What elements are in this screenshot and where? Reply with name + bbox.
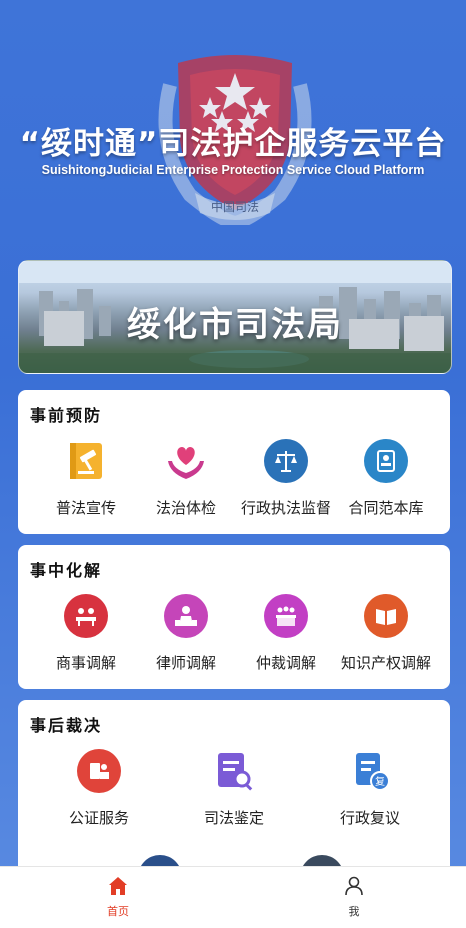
section-title: 事中化解: [30, 561, 103, 580]
bottom-nav: 首页 我: [0, 866, 466, 928]
item-hetong[interactable]: 合同范本库: [334, 439, 438, 518]
item-label: 司法鉴定: [203, 809, 264, 827]
home-icon: [109, 877, 127, 895]
user-icon: [345, 876, 363, 896]
item-zhongcai[interactable]: 仲裁调解: [234, 594, 338, 673]
section-prevention: 事前预防 普法宣传 法治体检 行政执法监督 合同范本库: [18, 390, 450, 534]
arbitration-icon: [264, 594, 308, 638]
app-title: “绥时通”司法护企服务云平台: [19, 126, 447, 162]
item-sifa-jianding[interactable]: 司法鉴定: [179, 749, 289, 828]
item-label: 律师调解: [155, 654, 216, 672]
item-label: 法治体检: [155, 499, 216, 517]
nav-home-label: 首页: [107, 905, 129, 918]
item-label: 合同范本库: [348, 499, 424, 517]
city-banner[interactable]: 绥化市司法局: [18, 260, 452, 374]
item-lvshi[interactable]: 律师调解: [134, 594, 238, 673]
item-xingzheng-fuyi[interactable]: 复 行政复议: [315, 749, 425, 828]
section-title: 事后裁决: [30, 716, 103, 735]
nav-home[interactable]: 首页: [78, 875, 158, 919]
svg-text:中国司法: 中国司法: [211, 199, 259, 214]
item-label: 商事调解: [55, 654, 116, 672]
item-pufa[interactable]: 普法宣传: [34, 439, 138, 518]
item-shangshi[interactable]: 商事调解: [34, 594, 138, 673]
review-icon: 复: [348, 749, 392, 793]
section-adjudication: 事后裁决 公证服务 司法鉴定 复 行政复议: [18, 700, 450, 899]
meeting-icon: [64, 594, 108, 638]
item-gongzheng[interactable]: 公证服务: [44, 749, 154, 828]
section-title: 事前预防: [30, 406, 103, 425]
item-label: 仲裁调解: [255, 654, 316, 672]
nav-me-label: 我: [348, 905, 360, 918]
notary-icon: [77, 749, 121, 793]
item-fazhi[interactable]: 法治体检: [134, 439, 238, 518]
heart-hands-icon: [164, 439, 208, 483]
contract-icon: [364, 439, 408, 483]
book-icon: [364, 594, 408, 638]
lawyer-icon: [164, 594, 208, 638]
gavel-book-icon: [64, 439, 108, 483]
svg-text:复: 复: [375, 775, 385, 788]
item-zhishichanquan[interactable]: 知识产权调解: [334, 594, 438, 673]
app-subtitle: SuishitongJudicial Enterprise Protection…: [41, 163, 425, 177]
item-label: 普法宣传: [55, 499, 116, 517]
item-label: 知识产权调解: [340, 654, 431, 672]
header: 中国司法 “绥时通”司法护企服务云平台 SuishitongJudicial E…: [0, 0, 466, 250]
section-mediation: 事中化解 商事调解 律师调解 仲裁调解 知识产权调解: [18, 545, 450, 689]
item-xingzheng-zhifa[interactable]: 行政执法监督: [234, 439, 338, 518]
banner-title: 绥化市司法局: [127, 305, 343, 345]
item-label: 行政执法监督: [240, 499, 331, 517]
nav-me[interactable]: 我: [314, 875, 394, 919]
item-label: 公证服务: [68, 809, 129, 827]
item-label: 行政复议: [339, 809, 400, 827]
document-search-icon: [212, 749, 256, 793]
scales-icon: [264, 439, 308, 483]
